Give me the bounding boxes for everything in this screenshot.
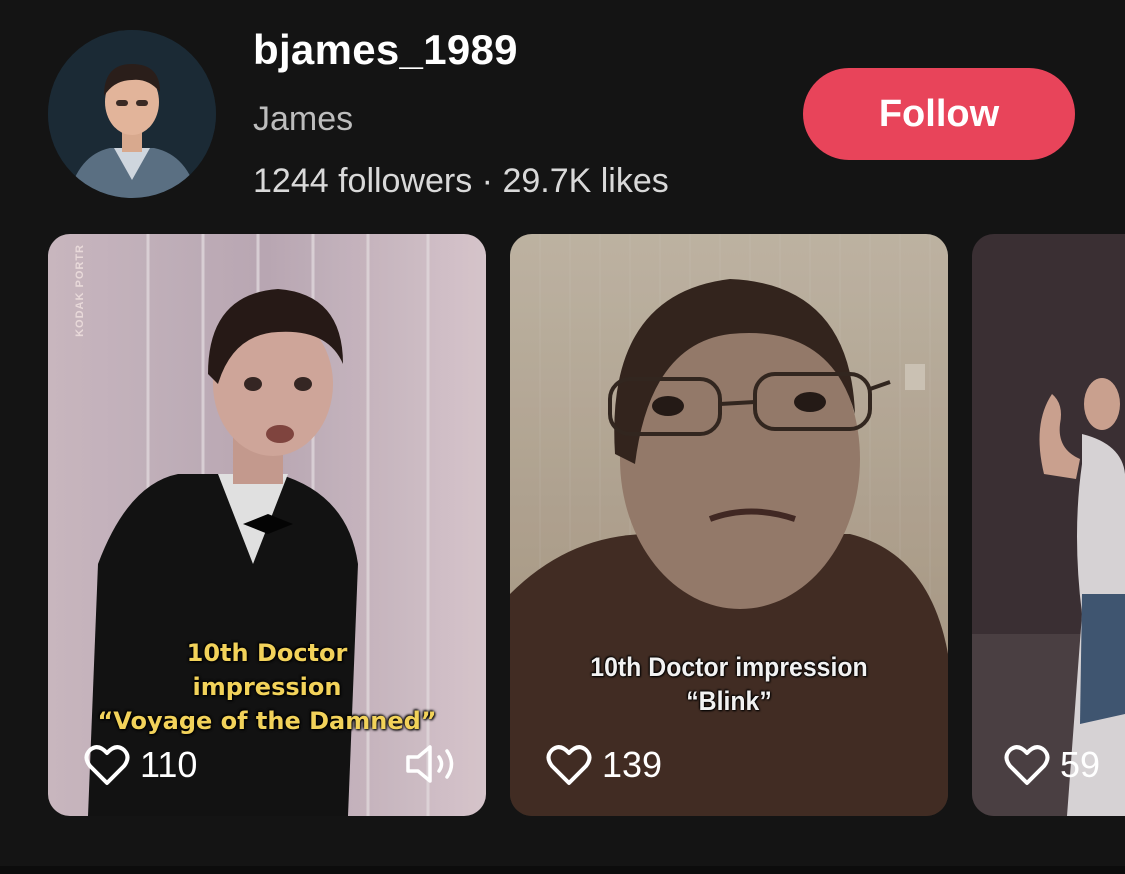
like-count[interactable]: 139 bbox=[546, 744, 662, 786]
like-count[interactable]: 110 bbox=[84, 744, 197, 786]
follow-button[interactable]: Follow bbox=[803, 68, 1075, 160]
video-thumbnail bbox=[972, 234, 1125, 816]
profile-header: bjames_1989 James 1244 followers · 29.7K… bbox=[0, 0, 1125, 230]
username: bjames_1989 bbox=[253, 26, 518, 73]
video-card[interactable]: 59 bbox=[972, 234, 1125, 816]
profile-stats: 1244 followers · 29.7K likes bbox=[253, 162, 669, 200]
like-count[interactable]: 59 bbox=[1004, 744, 1100, 786]
video-carousel[interactable]: KODAK PORTR 10th Doctor impression “Voya… bbox=[0, 234, 1125, 816]
avatar[interactable] bbox=[48, 30, 216, 198]
bottom-divider bbox=[0, 866, 1125, 874]
video-caption: 10th Doctor impression “Blink” bbox=[590, 652, 868, 716]
heart-icon bbox=[1004, 745, 1050, 785]
video-card[interactable]: KODAK PORTR 10th Doctor impression “Voya… bbox=[48, 234, 486, 816]
watermark-text: KODAK PORTR bbox=[74, 244, 86, 337]
volume-icon[interactable] bbox=[404, 742, 460, 786]
video-thumbnail bbox=[510, 234, 948, 816]
heart-icon bbox=[546, 745, 592, 785]
video-card[interactable]: 10th Doctor impression “Blink” 139 bbox=[510, 234, 948, 816]
display-name: James bbox=[253, 100, 354, 138]
heart-icon bbox=[84, 745, 130, 785]
video-caption: 10th Doctor impression “Voyage of the Da… bbox=[97, 639, 437, 735]
